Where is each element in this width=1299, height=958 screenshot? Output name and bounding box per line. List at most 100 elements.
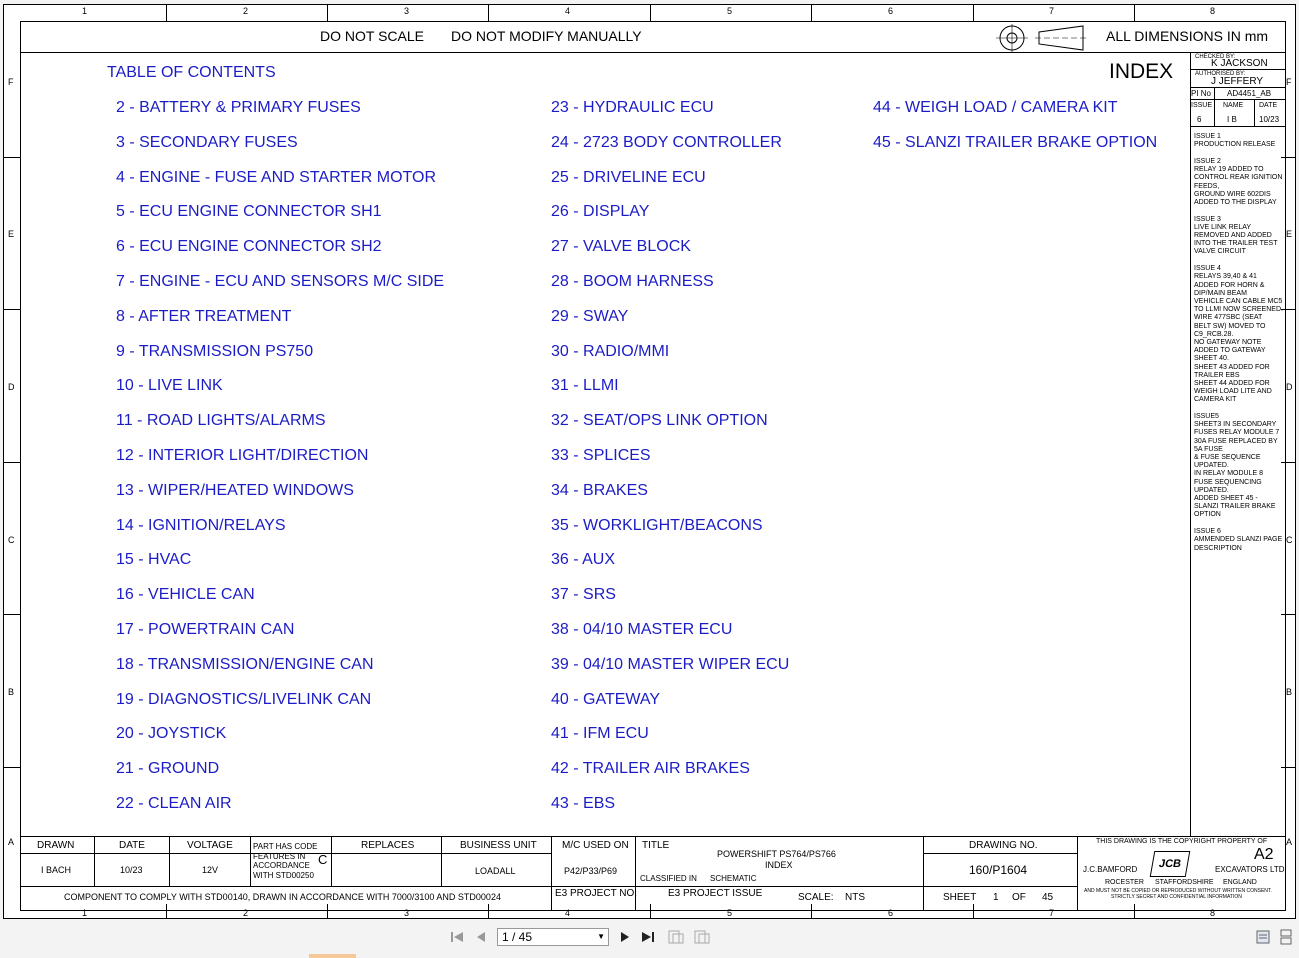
do-not-scale-label: DO NOT SCALE: [320, 28, 424, 44]
toc-entry[interactable]: 45 - SLANZI TRAILER BRAKE OPTION: [873, 134, 1157, 152]
single-page-view-icon[interactable]: [1255, 929, 1271, 948]
zone-col-label: 2: [243, 6, 249, 16]
toc-entry[interactable]: 43 - EBS: [551, 795, 615, 813]
confidential-line-2: STRICTLY SECRET AND CONFIDENTIAL INFORMA…: [1111, 894, 1242, 900]
toc-heading: TABLE OF CONTENTS: [107, 64, 276, 81]
toc-entry[interactable]: 11 - ROAD LIGHTS/ALARMS: [116, 412, 326, 430]
toc-entry[interactable]: 4 - ENGINE - FUSE AND STARTER MOTOR: [116, 169, 436, 187]
toc-entry[interactable]: 8 - AFTER TREATMENT: [116, 308, 291, 326]
toc-entry[interactable]: 44 - WEIGH LOAD / CAMERA KIT: [873, 99, 1118, 117]
drawing-sheet: 1 2 3 4 5 6 7 8 1 2 3 4 5 6 7 8 F E D C …: [3, 4, 1296, 919]
toc-entry[interactable]: 23 - HYDRAULIC ECU: [551, 99, 714, 117]
toc-entry[interactable]: 35 - WORKLIGHT/BEACONS: [551, 517, 763, 535]
toc-entry[interactable]: 2 - BATTERY & PRIMARY FUSES: [116, 99, 361, 117]
toc-entry[interactable]: 18 - TRANSMISSION/ENGINE CAN: [116, 656, 374, 674]
last-page-icon[interactable]: [640, 929, 656, 948]
toc-entry[interactable]: 30 - RADIO/MMI: [551, 343, 669, 361]
continuous-view-icon[interactable]: [1279, 929, 1293, 948]
date-label: DATE: [119, 840, 145, 851]
toc-entry[interactable]: 34 - BRAKES: [551, 482, 648, 500]
toc-entry[interactable]: 41 - IFM ECU: [551, 725, 649, 743]
paper-size: A2: [1254, 846, 1274, 863]
next-page-icon[interactable]: [618, 929, 632, 948]
fit-page-icon[interactable]: [667, 929, 685, 948]
title-block-line: [169, 836, 170, 886]
revision-column-divider: [1190, 52, 1191, 836]
zone-tick: [4, 462, 20, 463]
revision-note-title: ISSUE5: [1194, 413, 1219, 420]
toc-entry[interactable]: 25 - DRIVELINE ECU: [551, 169, 706, 187]
revision-note-line: VEHICLE CAN CABLE MC5: [1194, 297, 1283, 305]
revision-note-line: 30A FUSE REPLACED BY: [1194, 437, 1278, 445]
toc-entry[interactable]: 40 - GATEWAY: [551, 691, 660, 709]
toc-entry[interactable]: 14 - IGNITION/RELAYS: [116, 517, 286, 535]
toc-entry[interactable]: 37 - SRS: [551, 586, 616, 604]
fit-width-icon[interactable]: [693, 929, 711, 948]
toc-entry[interactable]: 32 - SEAT/OPS LINK OPTION: [551, 412, 768, 430]
page-number-input[interactable]: 1 / 45 ▼: [497, 928, 609, 946]
revision-note-line: WIRE 477SBC (SEAT: [1194, 314, 1263, 322]
date-label: DATE: [1259, 102, 1278, 109]
revision-note-line: VALVE CIRCUIT: [1194, 248, 1246, 256]
toc-entry[interactable]: 20 - JOYSTICK: [116, 725, 226, 743]
toc-entry[interactable]: 24 - 2723 BODY CONTROLLER: [551, 134, 782, 152]
revision-note-line: TO LLMI NOW SCREENED.: [1194, 306, 1283, 314]
toc-entry[interactable]: 12 - INTERIOR LIGHT/DIRECTION: [116, 447, 368, 465]
revision-divider: [1190, 99, 1285, 100]
revision-note-line: FUSES RELAY MODULE 7: [1194, 429, 1280, 437]
part-code-value: C: [318, 852, 328, 867]
revision-note-line: SHEET 43 ADDED FOR: [1194, 363, 1270, 371]
toc-entry[interactable]: 15 - HVAC: [116, 551, 191, 569]
toc-entry[interactable]: 9 - TRANSMISSION PS750: [116, 343, 313, 361]
revision-note-line: GROUND WIRE 602DIS: [1194, 190, 1271, 198]
chevron-down-icon[interactable]: ▼: [597, 929, 605, 945]
toc-entry[interactable]: 42 - TRAILER AIR BRAKES: [551, 760, 750, 778]
pi-no-label: PI No: [1191, 89, 1212, 98]
zone-col-label: 5: [727, 6, 733, 16]
toc-entry[interactable]: 3 - SECONDARY FUSES: [116, 134, 298, 152]
toc-entry[interactable]: 36 - AUX: [551, 551, 615, 569]
classified-in-label: CLASSIFIED IN: [640, 874, 697, 883]
toc-entry[interactable]: 28 - BOOM HARNESS: [551, 273, 714, 291]
revision-divider: [1190, 126, 1285, 127]
toc-entry[interactable]: 27 - VALVE BLOCK: [551, 238, 691, 256]
zone-row-label: A: [1286, 837, 1293, 847]
scale-value: NTS: [845, 892, 865, 903]
revision-note-line: FEEDS,: [1194, 182, 1220, 190]
toc-entry[interactable]: 38 - 04/10 MASTER ECU: [551, 621, 732, 639]
drawing-no-label: DRAWING NO.: [969, 840, 1038, 851]
toc-entry[interactable]: 10 - LIVE LINK: [116, 377, 223, 395]
revision-note-line: 5A FUSE: [1194, 445, 1223, 453]
business-unit-value: LOADALL: [475, 866, 516, 876]
revision-note-line: ADDED TO THE DISPLAY: [1194, 198, 1277, 206]
name-value: I B: [1227, 115, 1237, 124]
toc-entry[interactable]: 7 - ENGINE - ECU AND SENSORS M/C SIDE: [116, 273, 444, 291]
title-label: TITLE: [642, 840, 670, 851]
revision-note-line: BELT SW) MOVED TO: [1194, 322, 1266, 330]
previous-page-icon[interactable]: [474, 929, 488, 948]
scroll-indicator: [309, 954, 356, 958]
toc-entry[interactable]: 16 - VEHICLE CAN: [116, 586, 255, 604]
all-dimensions-label: ALL DIMENSIONS IN mm: [1106, 28, 1269, 44]
toc-entry[interactable]: 33 - SPLICES: [551, 447, 651, 465]
revision-note-line: WEIGH LOAD LITE AND: [1194, 388, 1272, 396]
toc-entry[interactable]: 26 - DISPLAY: [551, 203, 649, 221]
toc-entry[interactable]: 17 - POWERTRAIN CAN: [116, 621, 294, 639]
toc-entry[interactable]: 19 - DIAGNOSTICS/LIVELINK CAN: [116, 691, 371, 709]
zone-tick: [1134, 5, 1135, 21]
header-divider: [21, 52, 1285, 53]
first-page-icon[interactable]: [449, 929, 465, 948]
toc-entry[interactable]: 5 - ECU ENGINE CONNECTOR SH1: [116, 203, 382, 221]
company-right: EXCAVATORS LTD: [1215, 865, 1285, 874]
revision-divider: [1214, 99, 1215, 126]
toc-entry[interactable]: 6 - ECU ENGINE CONNECTOR SH2: [116, 238, 382, 256]
toc-entry[interactable]: 29 - SWAY: [551, 308, 628, 326]
business-unit-label: BUSINESS UNIT: [460, 840, 537, 851]
revision-note-line: ADDED SHEET 45 -: [1194, 495, 1258, 502]
toc-entry[interactable]: 22 - CLEAN AIR: [116, 795, 232, 813]
toc-entry[interactable]: 39 - 04/10 MASTER WIPER ECU: [551, 656, 789, 674]
comply-note: COMPONENT TO COMPLY WITH STD00140, DRAWN…: [64, 892, 501, 902]
toc-entry[interactable]: 13 - WIPER/HEATED WINDOWS: [116, 482, 354, 500]
toc-entry[interactable]: 31 - LLMI: [551, 377, 619, 395]
toc-entry[interactable]: 21 - GROUND: [116, 760, 219, 778]
